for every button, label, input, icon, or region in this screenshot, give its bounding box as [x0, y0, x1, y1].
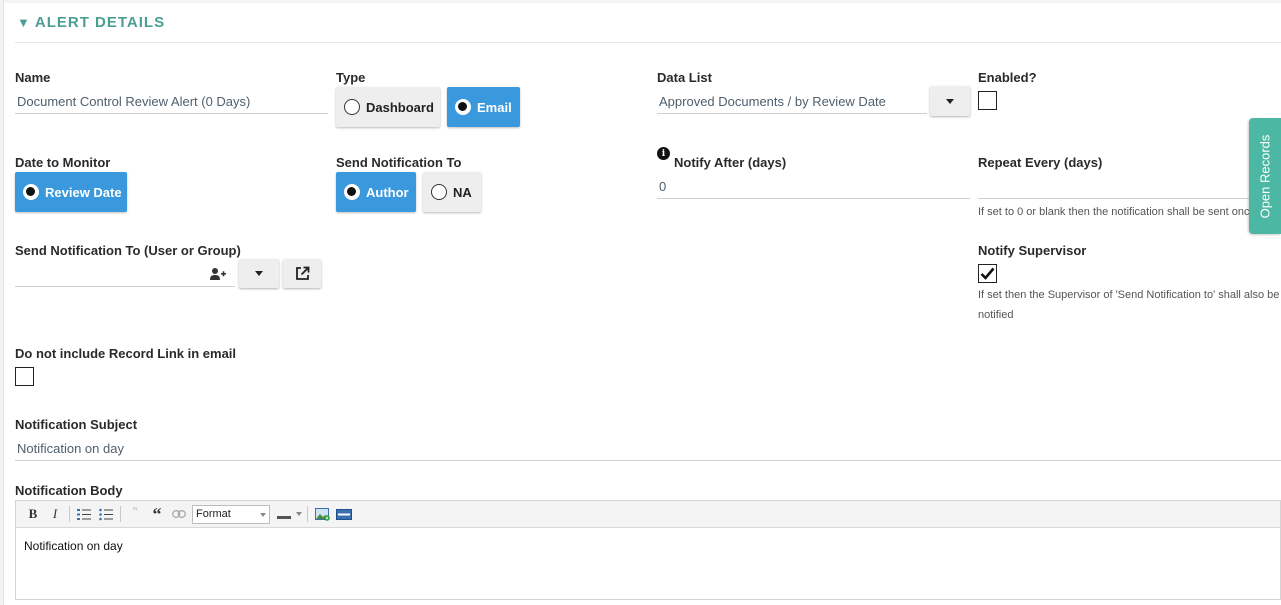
body-label: Notification Body — [15, 483, 123, 498]
format-select[interactable]: Format — [192, 504, 270, 524]
radio-unchecked-icon — [431, 184, 447, 200]
repeat-every-label: Repeat Every (days) — [978, 155, 1103, 170]
date-review-date-label: Review Date — [45, 184, 122, 200]
section-header[interactable]: ▼ ALERT DETAILS — [17, 14, 165, 31]
html-icon — [336, 508, 352, 520]
text-color-button[interactable] — [274, 504, 304, 524]
bulleted-list-button[interactable] — [95, 504, 117, 524]
notify-supervisor-help-line2: notified — [978, 309, 1014, 321]
numbered-list-icon — [77, 508, 91, 520]
notify-supervisor-label: Notify Supervisor — [978, 243, 1087, 258]
type-label: Type — [336, 70, 366, 85]
repeat-every-input[interactable] — [978, 175, 1249, 199]
link-icon — [172, 510, 186, 518]
notify-after-label: Notify After (days) — [674, 155, 787, 170]
html-source-button[interactable] — [333, 504, 355, 524]
top-edge — [0, 0, 1281, 3]
radio-unchecked-icon — [344, 99, 360, 115]
left-edge — [0, 0, 4, 605]
send-to-author-radio[interactable]: Author — [336, 172, 416, 212]
blockquote-button[interactable]: “ — [146, 504, 168, 524]
bulleted-list-icon — [99, 508, 113, 520]
chevron-down-icon — [255, 271, 263, 276]
color-swatch — [277, 516, 291, 519]
open-user-link-button[interactable] — [283, 259, 321, 288]
open-records-tab[interactable]: Open Records — [1249, 118, 1281, 234]
repeat-every-help: If set to 0 or blank then the notificati… — [978, 206, 1253, 218]
notify-supervisor-checkbox[interactable] — [978, 264, 997, 283]
toolbar-separator — [120, 506, 121, 522]
type-dashboard-radio[interactable]: Dashboard — [336, 87, 440, 127]
editor-toolbar: B I ‶ “ Format — [16, 501, 1280, 528]
name-input[interactable]: Document Control Review Alert (0 Days) — [15, 90, 328, 114]
send-to-user-dropdown-button[interactable] — [239, 259, 279, 288]
checkmark-icon — [980, 267, 995, 280]
triangle-down-icon: ▼ — [17, 15, 31, 30]
radio-checked-icon — [455, 99, 471, 115]
add-user-icon[interactable] — [209, 267, 227, 281]
notify-supervisor-help-line1: If set then the Supervisor of 'Send Noti… — [978, 289, 1280, 301]
open-records-label: Open Records — [1257, 134, 1273, 218]
section-divider — [15, 42, 1281, 43]
send-to-na-radio[interactable]: NA — [423, 172, 481, 212]
chevron-down-icon — [946, 98, 954, 104]
type-dashboard-label: Dashboard — [366, 99, 434, 115]
subject-label: Notification Subject — [15, 417, 138, 432]
type-email-label: Email — [477, 99, 512, 115]
image-icon — [314, 507, 330, 521]
no-record-link-checkbox[interactable] — [15, 367, 34, 386]
data-list-label: Data List — [657, 70, 712, 85]
radio-checked-icon — [344, 184, 360, 200]
subject-input[interactable]: Notification on day — [15, 437, 1281, 461]
info-icon[interactable]: i — [657, 147, 670, 160]
chevron-down-icon — [296, 512, 302, 516]
data-list-input[interactable]: Approved Documents / by Review Date — [657, 90, 927, 114]
no-record-link-label: Do not include Record Link in email — [15, 346, 237, 361]
enabled-checkbox[interactable] — [978, 91, 997, 110]
body-editor[interactable]: B I ‶ “ Format Notification on day — [15, 500, 1281, 600]
numbered-list-button[interactable] — [73, 504, 95, 524]
enabled-label: Enabled? — [978, 70, 1037, 85]
send-to-user-input[interactable] — [15, 263, 235, 287]
body-content[interactable]: Notification on day — [16, 528, 1280, 564]
link-button[interactable] — [168, 504, 190, 524]
section-title: ALERT DETAILS — [34, 14, 166, 31]
insert-image-button[interactable] — [311, 504, 333, 524]
toolbar-separator — [69, 506, 70, 522]
italic-button[interactable]: I — [44, 504, 66, 524]
bold-button[interactable]: B — [22, 504, 44, 524]
data-list-dropdown-button[interactable] — [930, 86, 970, 116]
send-to-user-label: Send Notification To (User or Group) — [15, 243, 241, 258]
send-to-author-label: Author — [366, 184, 409, 200]
send-notification-to-label: Send Notification To — [336, 155, 462, 170]
name-label: Name — [15, 70, 51, 85]
date-review-date-radio[interactable]: Review Date — [15, 172, 127, 212]
date-to-monitor-label: Date to Monitor — [15, 155, 111, 170]
notify-after-input[interactable]: 0 — [657, 175, 970, 199]
type-email-radio[interactable]: Email — [447, 87, 520, 127]
external-link-icon — [295, 266, 309, 280]
outdent-quote-button[interactable]: ‶ — [124, 504, 146, 524]
radio-checked-icon — [23, 184, 39, 200]
toolbar-separator — [307, 506, 308, 522]
send-to-na-label: NA — [453, 184, 472, 200]
